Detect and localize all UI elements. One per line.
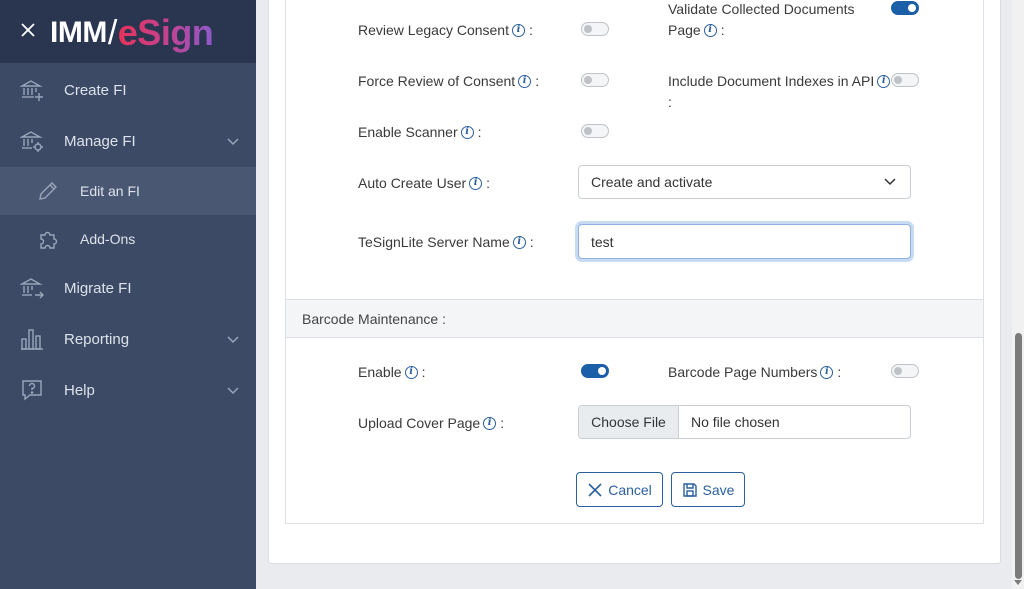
enable-scanner-toggle[interactable]: [581, 124, 609, 138]
tesignlite-server-name-input[interactable]: [578, 224, 911, 259]
info-icon[interactable]: i: [511, 23, 525, 37]
upload-cover-page-file-input[interactable]: Choose File No file chosen: [578, 405, 911, 439]
bank-plus-icon: [20, 80, 43, 101]
sidebar-item-help[interactable]: Help: [0, 365, 256, 415]
review-legacy-consent-label: Review Legacy Consent i :: [358, 22, 533, 38]
chevron-down-icon: [227, 387, 239, 395]
sidebar-item-manage-fi[interactable]: Manage FI: [0, 116, 256, 166]
bank-arrow-icon: [20, 278, 44, 299]
save-button[interactable]: Save: [671, 472, 745, 507]
validate-collected-documents-label-line2: Page i :: [668, 22, 725, 38]
sidebar-item-add-ons[interactable]: Add-Ons: [0, 215, 256, 263]
force-review-consent-toggle[interactable]: [581, 73, 609, 87]
auto-create-user-label: Auto Create User i :: [358, 175, 491, 191]
info-icon[interactable]: i: [703, 23, 717, 37]
sidebar-item-create-fi[interactable]: Create FI: [0, 65, 256, 115]
info-icon[interactable]: i: [460, 125, 474, 139]
chevron-down-icon: [227, 336, 239, 344]
info-icon[interactable]: i: [404, 365, 418, 379]
cancel-button[interactable]: Cancel: [576, 472, 663, 507]
validate-collected-documents-label-line1: Validate Collected Documents: [668, 1, 855, 17]
file-status: No file chosen: [691, 414, 780, 430]
barcode-page-numbers-toggle[interactable]: [891, 364, 919, 378]
barcode-enable-label: Enable i :: [358, 364, 426, 380]
puzzle-icon: [40, 231, 58, 249]
choose-file-button[interactable]: Choose File: [579, 406, 679, 438]
pencil-icon: [39, 182, 57, 200]
info-icon[interactable]: i: [518, 74, 532, 88]
bank-gear-icon: [20, 131, 43, 152]
barcode-page-numbers-label: Barcode Page Numbers i :: [668, 364, 842, 380]
include-document-indexes-toggle[interactable]: [891, 73, 919, 87]
validate-collected-documents-toggle[interactable]: [891, 1, 919, 15]
sidebar-header: IMM / eSign: [0, 0, 256, 63]
info-icon[interactable]: i: [877, 74, 891, 88]
barcode-section-header: Barcode Maintenance :: [286, 299, 983, 338]
scroll-down-arrow-icon[interactable]: [1014, 580, 1022, 585]
include-document-indexes-label: Include Document Indexes in API i: [668, 71, 894, 91]
sidebar-item-migrate-fi[interactable]: Migrate FI: [0, 263, 256, 313]
logo: IMM / eSign: [50, 12, 214, 53]
info-icon[interactable]: i: [469, 176, 483, 190]
sidebar-item-edit-fi[interactable]: Edit an FI: [0, 167, 256, 215]
floppy-disk-icon: [682, 482, 697, 497]
chevron-down-icon: [884, 178, 896, 186]
enable-scanner-label: Enable Scanner i :: [358, 124, 482, 140]
sidebar-item-reporting[interactable]: Reporting: [0, 314, 256, 364]
scrollbar-thumb[interactable]: [1015, 333, 1022, 579]
info-icon[interactable]: i: [483, 416, 497, 430]
bar-chart-icon: [21, 329, 43, 350]
help-icon: [22, 380, 42, 401]
chevron-down-icon: [227, 138, 239, 146]
upload-cover-page-label: Upload Cover Page i :: [358, 415, 505, 431]
info-icon[interactable]: i: [820, 365, 834, 379]
sidebar: IMM / eSign Create FI Manage FI Edit an FI…: [0, 0, 256, 589]
close-icon: [588, 482, 602, 497]
close-icon[interactable]: [20, 22, 36, 38]
barcode-enable-toggle[interactable]: [581, 364, 609, 378]
info-icon[interactable]: i: [512, 235, 526, 249]
force-review-consent-label: Force Review of Consent i :: [358, 73, 540, 89]
include-document-indexes-colon: :: [668, 94, 672, 110]
auto-create-user-select[interactable]: Create and activate: [578, 165, 911, 199]
tesignlite-server-name-label: TeSignLite Server Name i :: [358, 234, 534, 250]
review-legacy-consent-toggle[interactable]: [581, 22, 609, 36]
